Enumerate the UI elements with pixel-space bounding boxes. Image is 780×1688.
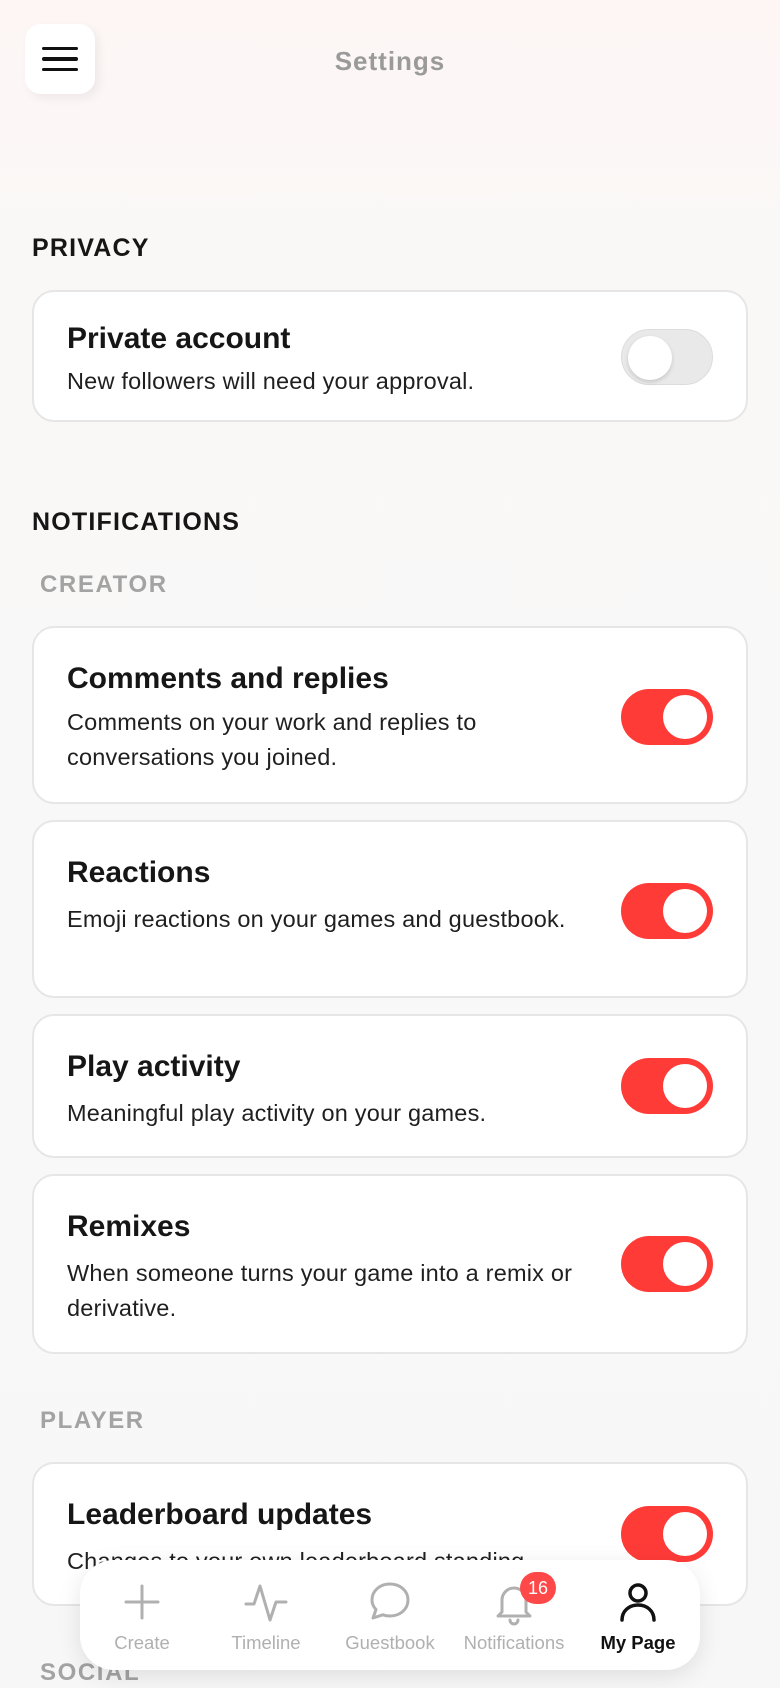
toggle-knob — [663, 1242, 707, 1286]
creator-heading: CREATOR — [40, 571, 168, 598]
page-title: Settings — [334, 46, 446, 76]
nav-notifications-label: Notifications — [463, 1632, 565, 1653]
private-account-title: Private account — [67, 322, 291, 355]
toggle-knob — [663, 695, 707, 739]
nav-my-page-label: My Page — [600, 1632, 676, 1653]
leaderboard-updates-toggle[interactable] — [621, 1506, 713, 1562]
toggle-knob — [663, 889, 707, 933]
comments-replies-title: Comments and replies — [67, 662, 389, 695]
private-account-toggle[interactable] — [621, 329, 713, 385]
privacy-heading: PRIVACY — [32, 234, 150, 262]
activity-icon — [244, 1584, 288, 1622]
reactions-toggle[interactable] — [621, 883, 713, 939]
remixes-card: Remixes When someone turns your game int… — [32, 1174, 748, 1354]
bottom-nav: Create Timeline Guestbook 16 Notificatio… — [80, 1560, 700, 1670]
private-account-card: Private account New followers will need … — [32, 290, 748, 422]
nav-create[interactable]: Create — [80, 1560, 204, 1670]
comments-replies-card: Comments and replies Comments on your wo… — [32, 626, 748, 804]
player-heading: PLAYER — [40, 1407, 145, 1434]
user-icon — [620, 1583, 656, 1622]
toggle-knob — [628, 336, 672, 380]
comments-replies-desc: Comments on your work and replies to con… — [67, 709, 477, 770]
toggle-knob — [663, 1512, 707, 1556]
play-activity-card: Play activity Meaningful play activity o… — [32, 1014, 748, 1158]
nav-guestbook[interactable]: Guestbook — [328, 1560, 452, 1670]
nav-timeline[interactable]: Timeline — [204, 1560, 328, 1670]
nav-notifications[interactable]: 16 Notifications — [452, 1560, 576, 1670]
nav-create-label: Create — [114, 1632, 170, 1653]
comments-replies-toggle[interactable] — [621, 689, 713, 745]
play-activity-toggle[interactable] — [621, 1058, 713, 1114]
reactions-desc: Emoji reactions on your games and guestb… — [67, 906, 566, 932]
remixes-title: Remixes — [67, 1210, 191, 1243]
nav-guestbook-label: Guestbook — [345, 1632, 435, 1653]
notifications-heading: NOTIFICATIONS — [32, 508, 241, 536]
nav-my-page[interactable]: My Page — [576, 1560, 700, 1670]
notifications-badge: 16 — [520, 1572, 556, 1604]
remixes-toggle[interactable] — [621, 1236, 713, 1292]
chat-bubble-icon — [370, 1582, 410, 1620]
play-activity-title: Play activity — [67, 1050, 241, 1083]
toggle-knob — [663, 1064, 707, 1108]
reactions-card: Reactions Emoji reactions on your games … — [32, 820, 748, 998]
top-bar: Settings — [0, 0, 780, 130]
play-activity-desc: Meaningful play activity on your games. — [67, 1100, 487, 1126]
nav-timeline-label: Timeline — [231, 1632, 301, 1653]
private-account-desc: New followers will need your approval. — [67, 368, 475, 394]
leaderboard-updates-title: Leaderboard updates — [67, 1498, 373, 1531]
reactions-title: Reactions — [67, 856, 211, 889]
plus-icon — [124, 1584, 160, 1620]
remixes-desc: When someone turns your game into a remi… — [67, 1260, 573, 1321]
